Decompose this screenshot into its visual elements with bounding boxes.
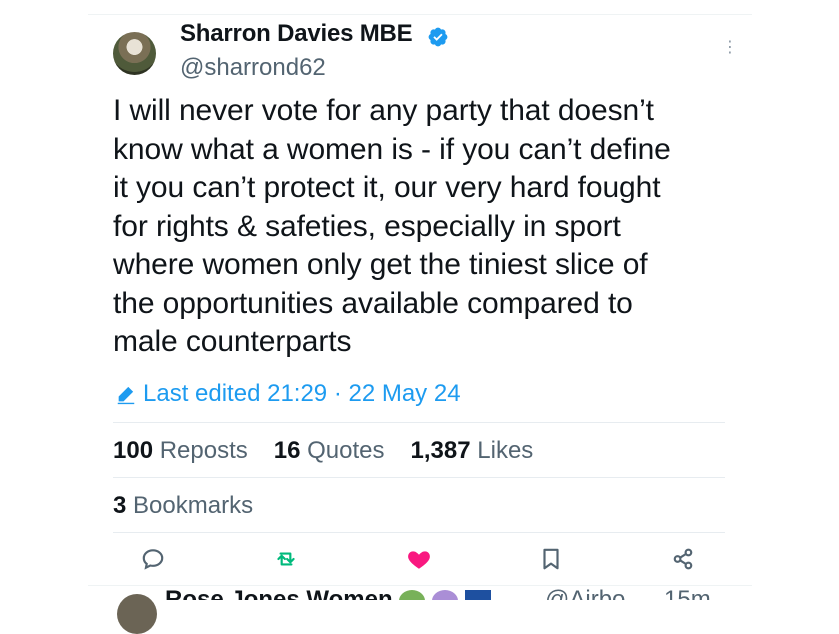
- next-tweet-author[interactable]: Rose Jones Women: [165, 586, 491, 600]
- verified-badge-icon: [428, 27, 448, 47]
- next-tweet-name: Rose Jones: [165, 586, 300, 600]
- flag-icon: [464, 589, 491, 600]
- author-avatar[interactable]: [113, 32, 156, 75]
- reposts-count: 100: [113, 437, 154, 464]
- author-handle[interactable]: @sharrond62: [180, 54, 326, 82]
- like-icon[interactable]: [406, 546, 432, 572]
- top-divider: [88, 14, 752, 15]
- edit-pencil-icon: [117, 386, 135, 405]
- repost-icon[interactable]: [273, 546, 299, 572]
- next-tweet-avatar[interactable]: [117, 594, 157, 634]
- quotes-stat[interactable]: 16 Quotes: [274, 437, 385, 465]
- bookmarks-stat[interactable]: 3 Bookmarks: [113, 492, 253, 520]
- share-icon[interactable]: [670, 546, 696, 572]
- reposts-stat[interactable]: 100 Reposts: [113, 437, 248, 465]
- author-display-name[interactable]: Sharron Davies MBE: [180, 20, 413, 48]
- engagement-stats: 100 Reposts 16 Quotes 1,387 Likes: [113, 437, 533, 465]
- next-tweet-name-suffix: Women: [306, 586, 393, 600]
- reply-icon[interactable]: [140, 546, 166, 572]
- quotes-label: Quotes: [307, 437, 385, 464]
- next-tweet-handle[interactable]: @Airbo: [545, 586, 625, 600]
- last-edited-label: Last edited 21:29 · 22 May 24: [143, 380, 461, 407]
- divider: [113, 477, 725, 478]
- bookmarks-label: Bookmarks: [133, 492, 254, 519]
- purple-heart-icon: [431, 589, 458, 600]
- next-tweet-time[interactable]: 15m: [664, 586, 711, 600]
- likes-label: Likes: [477, 437, 534, 464]
- likes-count: 1,387: [410, 437, 471, 464]
- quotes-count: 16: [273, 437, 301, 464]
- bookmarks-count: 3: [113, 492, 127, 519]
- action-bar: [140, 546, 700, 574]
- likes-stat[interactable]: 1,387 Likes: [411, 437, 534, 465]
- more-options-icon[interactable]: ⋮: [722, 36, 738, 60]
- green-heart-icon: [399, 589, 426, 600]
- bookmark-icon[interactable]: [538, 546, 564, 572]
- divider: [113, 532, 725, 533]
- tweet-text: I will never vote for any party that doe…: [113, 94, 671, 358]
- last-edited-link[interactable]: Last edited 21:29 · 22 May 24: [115, 380, 461, 408]
- reposts-label: Reposts: [159, 437, 248, 464]
- divider: [113, 422, 725, 423]
